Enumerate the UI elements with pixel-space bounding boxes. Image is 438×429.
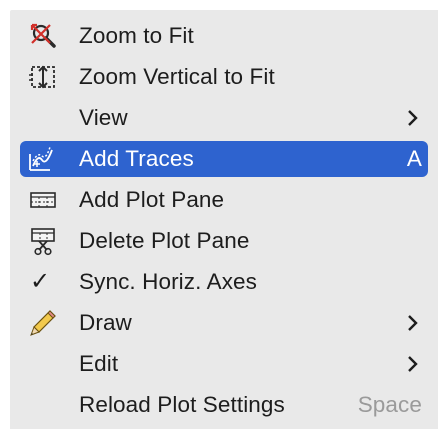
- zoom-to-fit-icon: [28, 21, 58, 51]
- menu-item-sync-horiz-axes[interactable]: ✓ Sync. Horiz. Axes: [20, 264, 428, 300]
- menu-item-label: Zoom Vertical to Fit: [79, 64, 275, 89]
- menu-item-label: Reload Plot Settings: [79, 392, 285, 417]
- menu-item-label: Zoom to Fit: [79, 23, 194, 48]
- pencil-icon: [28, 308, 58, 338]
- menu-item-shortcut: Space: [357, 392, 422, 417]
- menu-item-draw[interactable]: Draw: [20, 305, 428, 341]
- add-traces-icon: [28, 144, 58, 174]
- menu-item-delete-plot-pane[interactable]: Delete Plot Pane: [20, 223, 428, 259]
- menu-item-add-plot-pane[interactable]: Add Plot Pane: [20, 182, 428, 218]
- chevron-right-icon: [406, 352, 420, 376]
- context-menu: Zoom to Fit Zoom Vertical to Fit View Ad…: [10, 10, 438, 429]
- menu-item-label: View: [79, 105, 128, 130]
- zoom-vertical-icon: [28, 62, 58, 92]
- chevron-right-icon: [406, 106, 420, 130]
- menu-item-reload-plot-settings[interactable]: Reload Plot Settings Space: [20, 387, 428, 423]
- plot-pane-icon: [28, 185, 58, 215]
- checkmark-icon: ✓: [30, 268, 51, 295]
- menu-item-label: Add Plot Pane: [79, 187, 225, 212]
- menu-item-add-traces[interactable]: Add Traces A: [20, 141, 428, 177]
- chevron-right-icon: [406, 311, 420, 335]
- menu-item-label: Sync. Horiz. Axes: [79, 269, 258, 294]
- menu-item-label: Add Traces: [79, 146, 194, 171]
- menu-item-label: Edit: [79, 351, 119, 376]
- delete-pane-icon: [28, 226, 58, 256]
- menu-item-zoom-to-fit[interactable]: Zoom to Fit: [20, 18, 428, 54]
- menu-item-shortcut: A: [406, 146, 422, 171]
- menu-item-zoom-vertical-to-fit[interactable]: Zoom Vertical to Fit: [20, 59, 428, 95]
- menu-item-view[interactable]: View: [20, 100, 428, 136]
- menu-item-edit[interactable]: Edit: [20, 346, 428, 382]
- menu-item-label: Draw: [79, 310, 132, 335]
- menu-item-label: Delete Plot Pane: [79, 228, 250, 253]
